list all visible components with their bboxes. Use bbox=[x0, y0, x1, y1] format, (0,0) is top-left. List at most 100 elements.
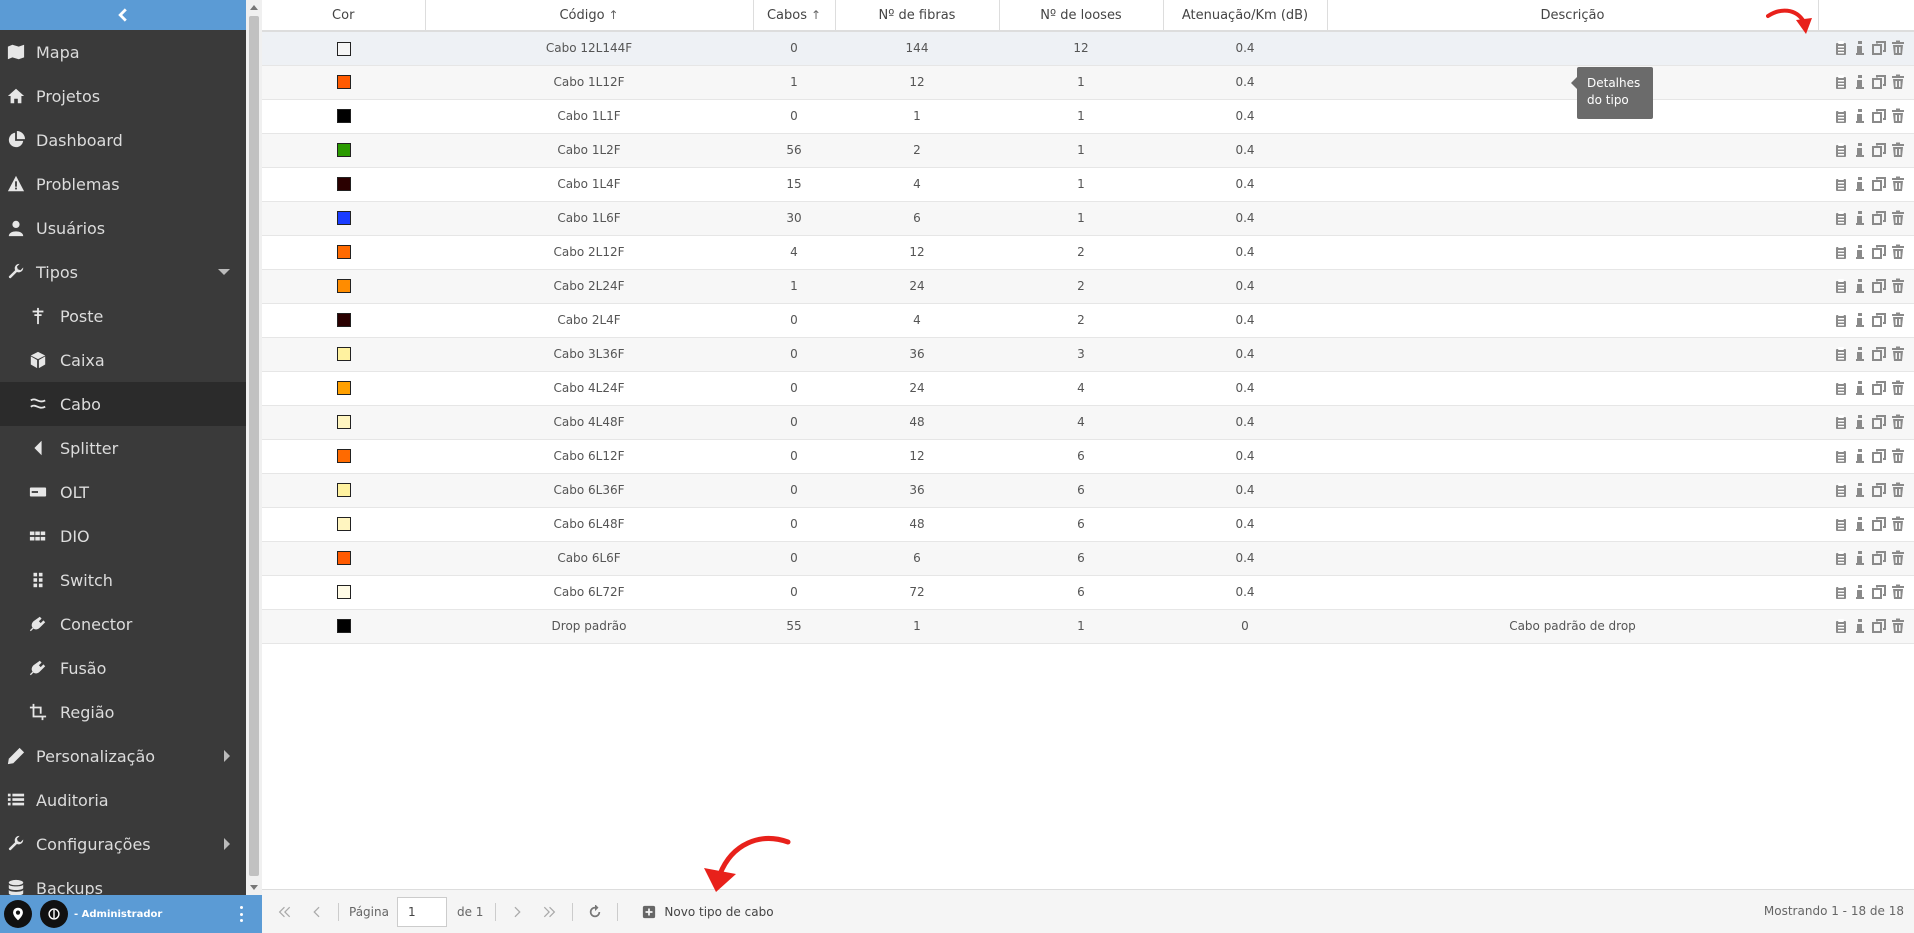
clipboard-icon[interactable] bbox=[1833, 278, 1849, 294]
copy-icon[interactable] bbox=[1871, 244, 1887, 260]
last-page-button[interactable] bbox=[540, 902, 560, 922]
table-row[interactable]: Cabo 6L36F 0 36 6 0.4 bbox=[262, 473, 1914, 508]
clipboard-icon[interactable] bbox=[1833, 244, 1849, 260]
sidebar-item-mapa[interactable]: Mapa bbox=[0, 30, 246, 74]
sidebar-item-tipos[interactable]: Tipos bbox=[0, 250, 246, 294]
clipboard-icon[interactable] bbox=[1833, 516, 1849, 532]
col-header-atenuacao[interactable]: Atenuação/Km (dB) bbox=[1163, 0, 1328, 32]
info-icon[interactable] bbox=[1852, 516, 1868, 532]
info-icon[interactable] bbox=[1852, 346, 1868, 362]
trash-icon[interactable] bbox=[1890, 584, 1906, 600]
copy-icon[interactable] bbox=[1871, 482, 1887, 498]
table-row[interactable]: Cabo 6L12F 0 12 6 0.4 bbox=[262, 439, 1914, 474]
clipboard-icon[interactable] bbox=[1833, 74, 1849, 90]
copy-icon[interactable] bbox=[1871, 550, 1887, 566]
info-icon[interactable] bbox=[1852, 74, 1868, 90]
table-row[interactable]: Cabo 3L36F 0 36 3 0.4 bbox=[262, 337, 1914, 372]
clipboard-icon[interactable] bbox=[1833, 380, 1849, 396]
trash-icon[interactable] bbox=[1890, 40, 1906, 56]
table-row[interactable]: Cabo 1L2F 56 2 1 0.4 bbox=[262, 133, 1914, 168]
copy-icon[interactable] bbox=[1871, 584, 1887, 600]
col-header-cabos[interactable]: Cabos ↑ bbox=[753, 0, 836, 32]
sidebar-item-olt[interactable]: OLT bbox=[0, 470, 246, 514]
sidebar-item-caixa[interactable]: Caixa bbox=[0, 338, 246, 382]
info-icon[interactable] bbox=[1852, 448, 1868, 464]
copy-icon[interactable] bbox=[1871, 516, 1887, 532]
table-row[interactable]: Cabo 2L12F 4 12 2 0.4 bbox=[262, 235, 1914, 270]
sidebar-item-splitter[interactable]: Splitter bbox=[0, 426, 246, 470]
table-row[interactable]: Cabo 2L4F 0 4 2 0.4 bbox=[262, 303, 1914, 338]
table-row[interactable]: Cabo 12L144F 0 144 12 0.4 bbox=[262, 31, 1914, 66]
clipboard-icon[interactable] bbox=[1833, 482, 1849, 498]
sidebar-item-poste[interactable]: Poste bbox=[0, 294, 246, 338]
clipboard-icon[interactable] bbox=[1833, 40, 1849, 56]
copy-icon[interactable] bbox=[1871, 380, 1887, 396]
trash-icon[interactable] bbox=[1890, 176, 1906, 192]
clipboard-icon[interactable] bbox=[1833, 618, 1849, 634]
scrollbar-thumb[interactable] bbox=[249, 16, 259, 876]
sidebar-item-cabo[interactable]: Cabo bbox=[0, 382, 246, 426]
copy-icon[interactable] bbox=[1871, 210, 1887, 226]
scroll-up-icon[interactable] bbox=[250, 5, 258, 10]
col-header-looses[interactable]: Nº de looses bbox=[999, 0, 1164, 32]
info-icon[interactable] bbox=[1852, 278, 1868, 294]
col-header-codigo[interactable]: Código ↑ bbox=[425, 0, 754, 32]
table-row[interactable]: Cabo 4L24F 0 24 4 0.4 bbox=[262, 371, 1914, 406]
table-row[interactable]: Cabo 6L72F 0 72 6 0.4 bbox=[262, 575, 1914, 610]
sidebar-item-backups[interactable]: Backups bbox=[0, 866, 246, 895]
trash-icon[interactable] bbox=[1890, 346, 1906, 362]
sidebar-item-regiao[interactable]: Região bbox=[0, 690, 246, 734]
trash-icon[interactable] bbox=[1890, 142, 1906, 158]
sidebar-item-projetos[interactable]: Projetos bbox=[0, 74, 246, 118]
clipboard-icon[interactable] bbox=[1833, 550, 1849, 566]
table-row[interactable]: Cabo 6L6F 0 6 6 0.4 bbox=[262, 541, 1914, 576]
sidebar-item-conector[interactable]: Conector bbox=[0, 602, 246, 646]
col-header-descricao[interactable]: Descrição bbox=[1327, 0, 1819, 32]
info-icon[interactable] bbox=[1852, 108, 1868, 124]
copy-icon[interactable] bbox=[1871, 346, 1887, 362]
table-row[interactable]: Cabo 4L48F 0 48 4 0.4 bbox=[262, 405, 1914, 440]
sidebar-item-usuarios[interactable]: Usuários bbox=[0, 206, 246, 250]
sort-asc-icon[interactable]: ↑ bbox=[811, 8, 821, 22]
table-row[interactable]: Cabo 1L6F 30 6 1 0.4 bbox=[262, 201, 1914, 236]
first-page-button[interactable] bbox=[274, 902, 294, 922]
trash-icon[interactable] bbox=[1890, 278, 1906, 294]
trash-icon[interactable] bbox=[1890, 482, 1906, 498]
trash-icon[interactable] bbox=[1890, 312, 1906, 328]
copy-icon[interactable] bbox=[1871, 74, 1887, 90]
table-row[interactable]: Cabo 2L24F 1 24 2 0.4 bbox=[262, 269, 1914, 304]
copy-icon[interactable] bbox=[1871, 40, 1887, 56]
collapse-sidebar-button[interactable] bbox=[0, 0, 246, 30]
col-header-cor[interactable]: Cor bbox=[262, 0, 426, 32]
info-icon[interactable] bbox=[1852, 40, 1868, 56]
info-icon[interactable] bbox=[1852, 176, 1868, 192]
sidebar-item-dio[interactable]: DIO bbox=[0, 514, 246, 558]
trash-icon[interactable] bbox=[1890, 108, 1906, 124]
table-row[interactable]: Drop padrão 55 1 1 0 Cabo padrão de drop bbox=[262, 609, 1914, 644]
refresh-button[interactable] bbox=[585, 902, 605, 922]
next-page-button[interactable] bbox=[508, 902, 528, 922]
clipboard-icon[interactable] bbox=[1833, 346, 1849, 362]
table-row[interactable]: Cabo 1L12F 1 12 1 0.4 bbox=[262, 65, 1914, 100]
sidebar-item-dashboard[interactable]: Dashboard bbox=[0, 118, 246, 162]
info-icon[interactable] bbox=[1852, 244, 1868, 260]
trash-icon[interactable] bbox=[1890, 244, 1906, 260]
page-number-input[interactable] bbox=[396, 896, 447, 927]
trash-icon[interactable] bbox=[1890, 210, 1906, 226]
clipboard-icon[interactable] bbox=[1833, 176, 1849, 192]
trash-icon[interactable] bbox=[1890, 516, 1906, 532]
clipboard-icon[interactable] bbox=[1833, 414, 1849, 430]
copy-icon[interactable] bbox=[1871, 618, 1887, 634]
copy-icon[interactable] bbox=[1871, 414, 1887, 430]
clipboard-icon[interactable] bbox=[1833, 448, 1849, 464]
table-row[interactable]: Cabo 1L1F 0 1 1 0.4 bbox=[262, 99, 1914, 134]
sidebar-item-fusao[interactable]: Fusão bbox=[0, 646, 246, 690]
clipboard-icon[interactable] bbox=[1833, 142, 1849, 158]
trash-icon[interactable] bbox=[1890, 448, 1906, 464]
sort-asc-icon[interactable]: ↑ bbox=[609, 8, 619, 22]
user-menu-button[interactable] bbox=[240, 906, 244, 922]
info-icon[interactable] bbox=[1852, 482, 1868, 498]
trash-icon[interactable] bbox=[1890, 618, 1906, 634]
info-icon[interactable] bbox=[1852, 618, 1868, 634]
trash-icon[interactable] bbox=[1890, 380, 1906, 396]
